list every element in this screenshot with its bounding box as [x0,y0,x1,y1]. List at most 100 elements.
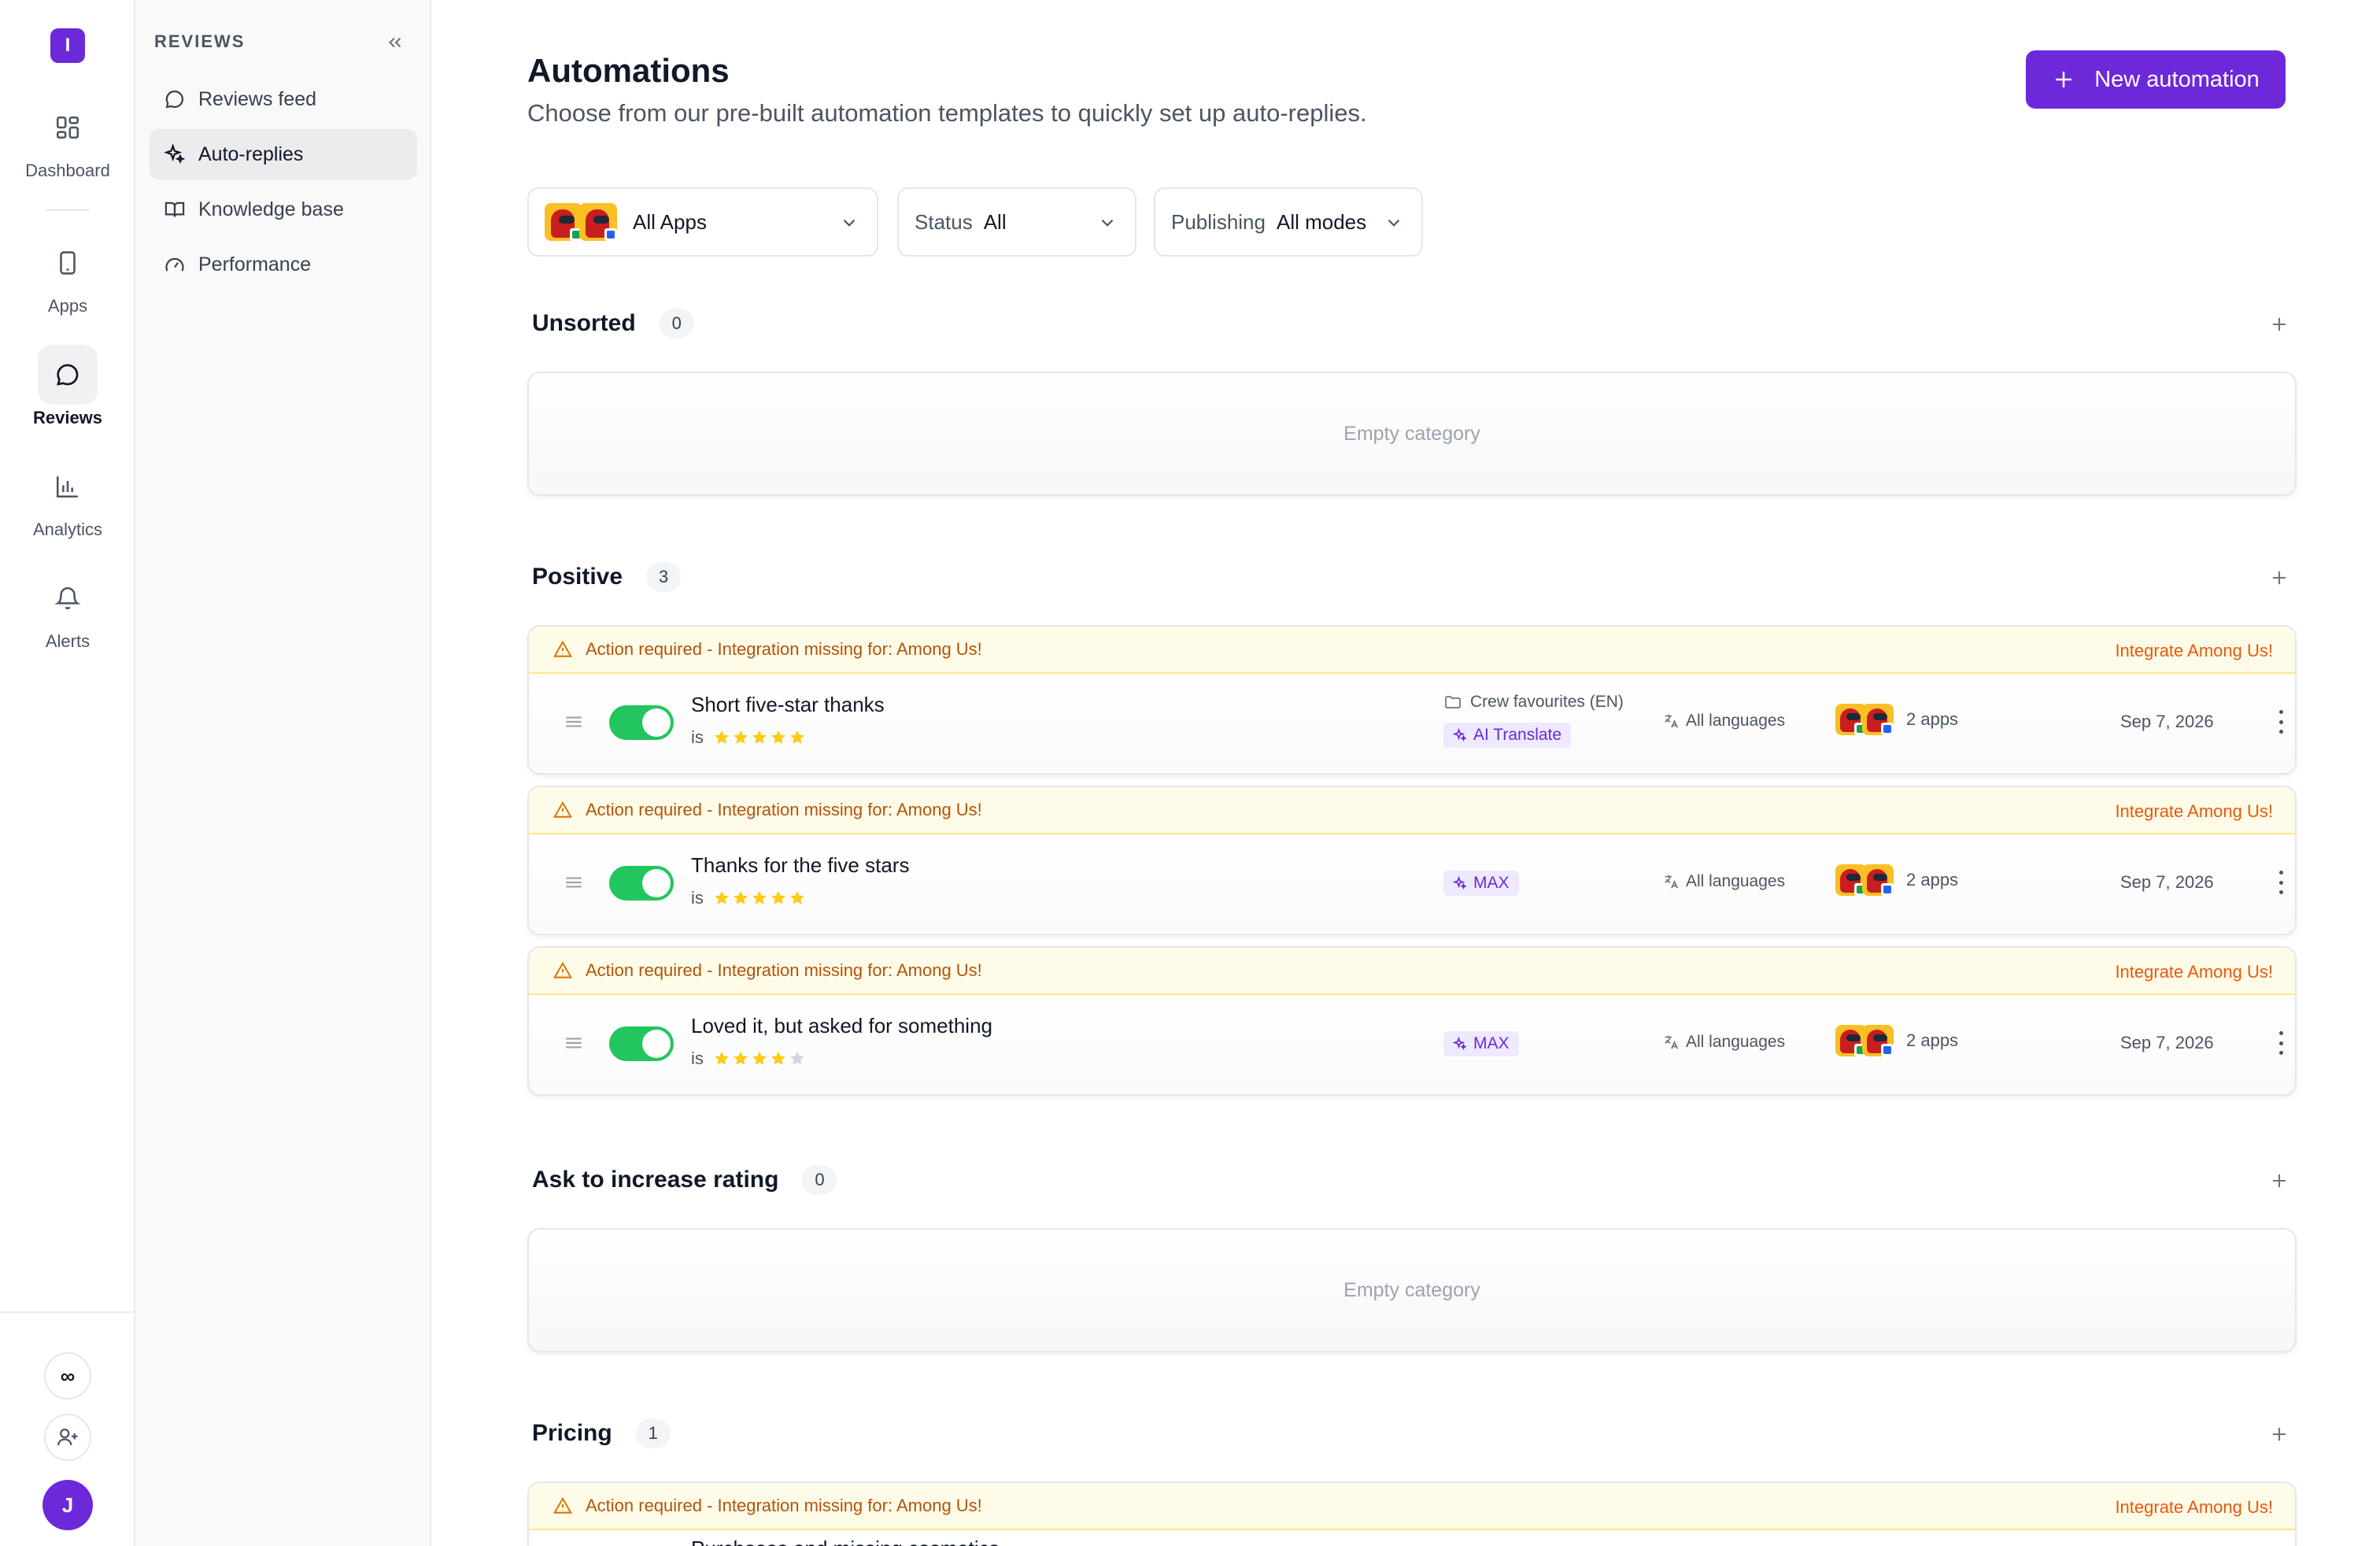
drag-handle-icon[interactable] [564,1034,584,1056]
rail-bottom-divider [0,1311,135,1313]
drag-handle-icon[interactable] [564,874,584,895]
add-to-unsorted-button[interactable] [2264,309,2295,340]
translate-icon [1662,873,1680,890]
star-filled-icon [714,890,729,904]
warning-triangle-icon [552,639,573,660]
integrate-among-us-link[interactable]: Integrate Among Us! [2115,962,2273,982]
warning-text: Action required - Integration missing fo… [586,800,982,819]
among-us-ios-app-icon [1862,864,1894,896]
apps-count[interactable]: 2 apps [1835,1022,1958,1060]
more-options-icon[interactable] [2278,871,2284,894]
drag-handle-icon[interactable] [564,713,584,734]
workspace-logo[interactable]: I [50,28,85,63]
infinity-button[interactable]: ∞ [44,1352,91,1400]
app-icons-stack [1835,701,1895,738]
rail-item-analytics[interactable]: Analytics [0,457,135,540]
sparkle-icon [1453,1037,1467,1051]
grid-icon [38,98,98,157]
among-us-ios-app-icon [1862,1025,1894,1056]
warning-text: Action required - Integration missing fo… [586,960,982,980]
rail-item-reviews[interactable]: Reviews [0,345,135,428]
knowledge-base-ref[interactable]: Crew favourites (EN) [1443,693,1624,712]
plus-icon [2268,1423,2290,1445]
ai-translate-tag: AI Translate [1443,723,1572,748]
sidebar-item-reviews-feed[interactable]: Reviews feed [150,74,417,124]
folder-icon [1443,693,1462,712]
warning-triangle-icon [552,960,573,981]
integration-warning-banner: Action required - Integration missing fo… [529,627,2295,674]
sidebar-item-label: Knowledge base [198,198,344,220]
sidebar-item-knowledge-base[interactable]: Knowledge base [150,184,417,235]
tag-label: MAX [1473,1034,1510,1052]
automation-row: Purchases and missing cosmetics [529,1530,2295,1546]
apps-filter-dropdown[interactable]: All Apps [527,187,878,257]
invite-user-button[interactable] [44,1414,91,1461]
apps-count[interactable]: 2 apps [1835,701,1958,738]
new-automation-button[interactable]: New automation [2026,50,2286,109]
star-rating [713,1050,806,1067]
star-filled-icon [789,730,804,744]
integration-warning-banner: Action required - Integration missing fo… [529,948,2295,995]
star-filled-icon [733,890,748,904]
rail-item-alerts[interactable]: Alerts [0,568,135,652]
sidebar-item-performance[interactable]: Performance [150,239,417,290]
chevrons-left-icon [385,32,405,53]
warning-triangle-icon [552,800,573,820]
rail-item-dashboard[interactable]: Dashboard [0,98,135,181]
integrate-among-us-link[interactable]: Integrate Among Us! [2115,641,2273,661]
languages: All languages [1662,1033,1785,1052]
rail-item-apps[interactable]: Apps [0,233,135,316]
integrate-among-us-link[interactable]: Integrate Among Us! [2115,801,2273,822]
sidebar-item-auto-replies[interactable]: Auto-replies [150,129,417,179]
max-tag: MAX [1443,1031,1519,1056]
empty-category-unsorted: Empty category [527,372,2297,496]
section-count: 3 [646,562,682,592]
sidebar-item-label: Performance [198,253,312,276]
section-count: 1 [635,1418,671,1448]
user-avatar[interactable]: J [42,1480,93,1530]
automation-name[interactable]: Short five-star thanks [691,693,885,717]
automation-card: Action required - Integration missing fo… [527,1481,2297,1546]
knowledge-base-name: Crew favourites (EN) [1470,693,1624,711]
sidebar-item-label: Auto-replies [198,142,304,165]
automation-row: Thanks for the five stars is MAX All lan… [529,834,2295,932]
automation-enabled-toggle[interactable] [609,1026,674,1061]
tag-label: AI Translate [1473,726,1562,744]
rail-label-reviews: Reviews [32,408,103,427]
section-title: Ask to increase rating [532,1167,779,1193]
collapse-sidebar-button[interactable] [381,28,409,57]
plus-icon [2268,313,2290,335]
automation-condition: is [691,888,806,908]
book-icon [164,198,186,220]
plus-icon [2052,68,2075,91]
star-filled-icon [752,730,767,744]
main-content: Automations Choose from our pre-built au… [431,0,2380,1546]
star-filled-icon [714,730,729,744]
section-count: 0 [802,1165,837,1195]
apps-count[interactable]: 2 apps [1835,861,1958,899]
translate-icon [1662,712,1680,730]
add-to-positive-button[interactable] [2264,562,2295,594]
status-filter-dropdown[interactable]: Status All [897,187,1136,257]
publishing-filter-dropdown[interactable]: Publishing All modes [1154,187,1423,257]
automation-enabled-toggle[interactable] [609,705,674,740]
automation-row: Short five-star thanks is Crew favourite… [529,674,2295,771]
star-rating [713,729,806,746]
automation-name[interactable]: Thanks for the five stars [691,853,909,878]
app-icons-stack [1835,861,1895,899]
phone-icon [38,233,98,293]
automation-name[interactable]: Purchases and missing cosmetics [691,1537,1000,1546]
reviews-sidebar: REVIEWS Reviews feed Auto-replies Knowle… [135,0,431,1546]
star-empty-icon [789,1051,804,1065]
more-options-icon[interactable] [2278,710,2284,734]
integrate-among-us-link[interactable]: Integrate Among Us! [2115,1497,2273,1518]
status-filter-value: All [983,209,1007,234]
automation-name[interactable]: Loved it, but asked for something [691,1014,992,1038]
automation-card: Action required - Integration missing fo… [527,786,2297,935]
add-to-pricing-button[interactable] [2264,1418,2295,1450]
automation-date: Sep 7, 2026 [2120,1033,2214,1052]
more-options-icon[interactable] [2278,1031,2284,1055]
page-subtitle: Choose from our pre-built automation tem… [527,99,1367,127]
add-to-ask-to-increase-rating-button[interactable] [2264,1165,2295,1196]
automation-enabled-toggle[interactable] [609,866,674,901]
